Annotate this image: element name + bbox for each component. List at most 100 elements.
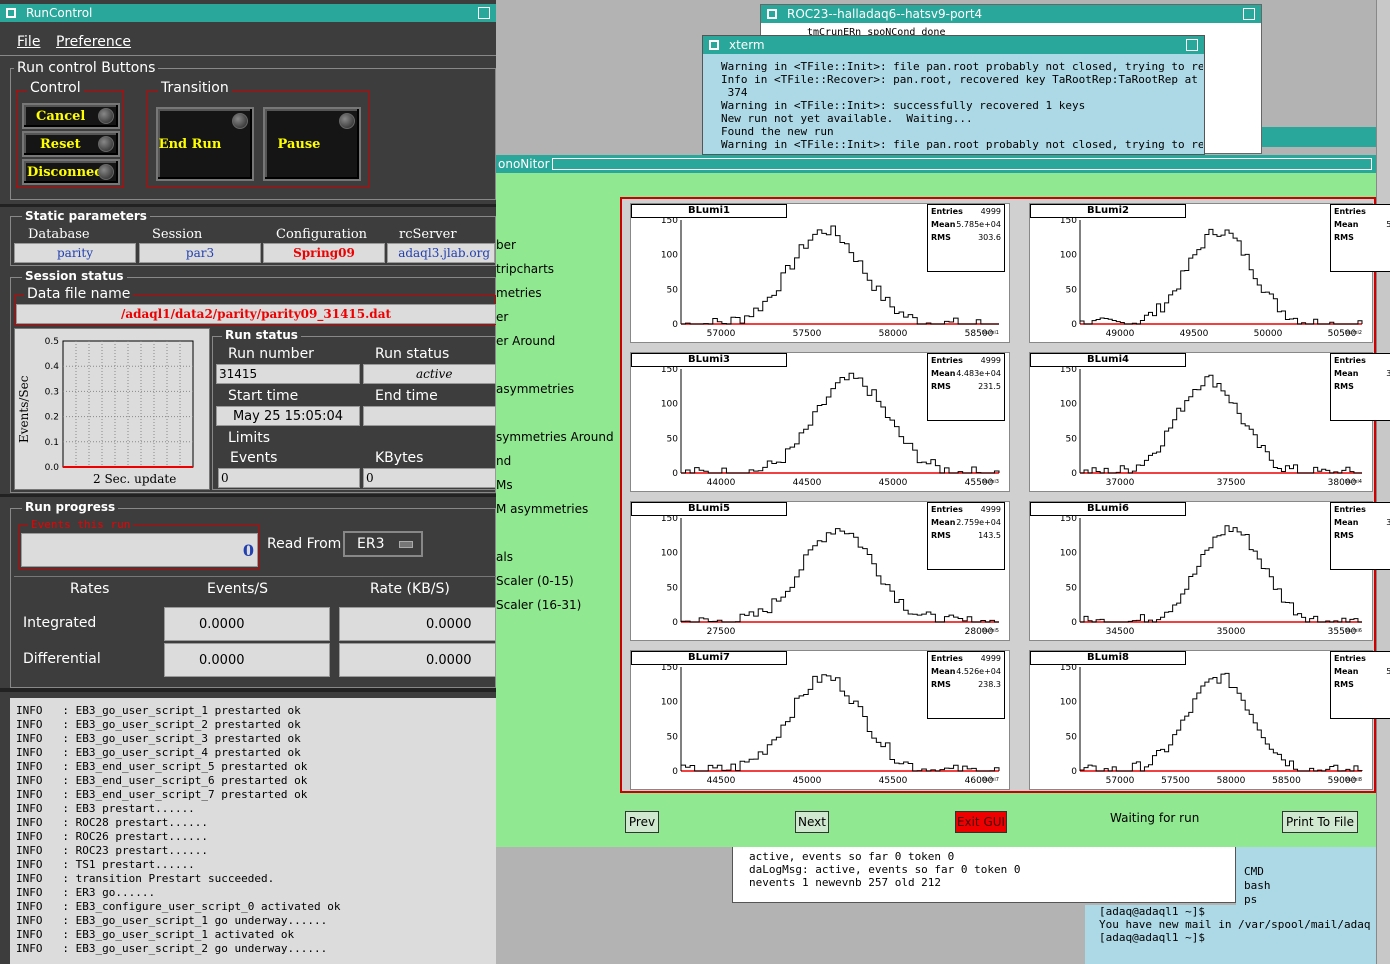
monitor-menu-item[interactable]: asymmetries — [496, 377, 620, 401]
monitor-menu-item[interactable]: M asymmetries — [496, 497, 620, 521]
readfrom-select[interactable]: ER3 — [343, 531, 423, 557]
print-to-file-button[interactable]: Print To File — [1282, 811, 1358, 833]
xterm-output[interactable]: Warning in <TFile::Init>: file pan.root … — [721, 60, 1203, 154]
histogram-blumi4[interactable]: 150 100 50 0 37000 37500 38000 blumi4 BLumi4 Entr… — [1029, 352, 1390, 492]
mean-row: Mean3.74 — [1334, 369, 1390, 378]
events-graph: 0.5 0.4 0.3 0.2 0.1 0.0 Events/Sec 2 Sec. upd… — [14, 328, 210, 490]
histogram-title: BLumi3 — [631, 353, 787, 367]
log-line: INFO : EB3_go_user_script_2 prestarted o… — [16, 718, 301, 731]
cancel-button[interactable]: Cancel — [22, 103, 120, 129]
histogram-blumi2[interactable]: 150 100 50 0 49000 49500 50000 50500 blumi2 BLumi… — [1029, 203, 1390, 343]
monitor-menu-item[interactable]: er Around — [496, 329, 620, 353]
xterm-line: Warning in <TFile::Init>: successfully r… — [721, 99, 1086, 112]
monitor-window[interactable]: onoNitor ber tripcharts metries er er Around… — [496, 155, 1390, 847]
histogram-blumi8[interactable]: 150 100 50 0 57000 57500 58000 58500 59000 blumi8… — [1029, 650, 1390, 790]
config-label: Configuration — [276, 227, 368, 242]
histogram-ytick: 100 — [661, 400, 678, 410]
pause-button[interactable]: Pause — [263, 107, 361, 181]
scrollbar-strip[interactable] — [1376, 0, 1390, 964]
monitor-menu[interactable]: ber tripcharts metries er er Around asymmetr… — [496, 233, 620, 617]
monitor-menu-item[interactable]: ber — [496, 233, 620, 257]
log-line: INFO : transition Prestart succeeded. — [16, 872, 275, 885]
preference-menu[interactable]: Preference — [56, 34, 131, 50]
histogram-ytick: 100 — [1060, 251, 1077, 261]
monitor-menu-item[interactable]: tripcharts — [496, 257, 620, 281]
maximize-icon[interactable] — [1243, 8, 1255, 20]
entries-row: Entries — [1334, 505, 1366, 514]
end-run-button[interactable]: End Run — [156, 107, 254, 181]
histogram-xtick: 57000 — [1106, 776, 1135, 786]
graph-ytick: 0.2 — [45, 413, 59, 423]
histogram-plot: 15010050049000 49500 50000 50500blumi2 — [1060, 216, 1363, 339]
log-line: INFO : EB3_go_user_script_2 go underway.… — [16, 942, 328, 955]
xterm-window[interactable]: xterm Warning in <TFile::Init>: file pan… — [702, 35, 1205, 155]
kbytes-limit-value[interactable]: 0 — [363, 468, 496, 488]
mean-row: Mean 5.785e+04 — [931, 220, 1001, 229]
histogram-title: BLumi1 — [631, 204, 787, 218]
right-terminal-lower[interactable]: [adaq@adaql1 ~]$ You have new mail in /va… — [1085, 905, 1376, 964]
histogram-ytick: 100 — [1060, 698, 1077, 708]
events-limit-value[interactable]: 0 — [218, 468, 360, 488]
integrated-label: Integrated — [23, 615, 97, 631]
stats-box: Entries Mean3.74 RMS — [1330, 353, 1390, 421]
window-icon — [767, 9, 777, 19]
histogram-title: BLumi4 — [1030, 353, 1186, 367]
prompt-output: [adaq@adaql1 ~]$ You have new mail in /va… — [1099, 905, 1375, 953]
histogram-xtick: 50000 — [1254, 329, 1283, 339]
monitor-menu-item[interactable]: symmetries Around — [496, 425, 620, 449]
entries-row: Entries — [1334, 356, 1366, 365]
next-button[interactable]: Next — [795, 811, 829, 833]
monitor-menu-item[interactable]: nd — [496, 449, 620, 473]
maximize-icon[interactable] — [478, 7, 490, 19]
stats-box: Entries Mean3.49 RMS — [1330, 502, 1390, 570]
histogram-title: BLumi8 — [1030, 651, 1186, 665]
graph-ytick: 0.3 — [45, 387, 59, 397]
prompt-line: You have new mail in /var/spool/mail/ada… — [1099, 918, 1371, 931]
histogram-blumi1[interactable]: 150 100 50 0 57000 57500 58000 58500 blumi1 BLumi… — [630, 203, 1010, 343]
histogram-blumi3[interactable]: 150 100 50 0 44000 44500 45000 45500 blumi3 BLumi… — [630, 352, 1010, 492]
histogram-blumi7[interactable]: 150 100 50 0 44500 45000 45500 46000 blumi7 BLumi… — [630, 650, 1010, 790]
file-menu[interactable]: File — [17, 34, 40, 50]
events-plot: 0.5 0.4 0.3 0.2 0.1 0.0 — [45, 337, 194, 473]
monitor-menu-item[interactable]: Ms — [496, 473, 620, 497]
right-terminal[interactable]: CMD bash ps — [1236, 845, 1376, 905]
histogram-ytick: 50 — [1066, 285, 1078, 295]
histogram-ytick: 100 — [1060, 549, 1077, 559]
histogram-title: BLumi2 — [1030, 204, 1186, 218]
histogram-title: BLumi6 — [1030, 502, 1186, 516]
monitor-menu-item[interactable]: Scaler (0-15) — [496, 569, 620, 593]
reset-button[interactable]: Reset — [22, 131, 120, 157]
runcontrol-titlebar[interactable]: RunControl — [0, 4, 496, 22]
message-log[interactable]: INFO : EB3_go_user_script_1 prestarted o… — [10, 698, 496, 964]
runcontrol-window[interactable]: RunControl File Preference Run control B… — [0, 0, 496, 964]
disconnect-button[interactable]: Disconnect — [22, 159, 120, 185]
monitor-titlebar[interactable]: onoNitor — [496, 155, 1376, 173]
endtime-label: End time — [375, 388, 438, 404]
monitor-title: onoNitor — [498, 157, 550, 171]
terminal-line: nevents 1 newevnb 257 old 212 — [749, 876, 942, 889]
monitor-menu-item[interactable] — [496, 401, 620, 425]
histogram-blumi6[interactable]: 150 100 50 0 34500 35000 35500 blumi6 BLumi6 Entr… — [1029, 501, 1390, 641]
monitor-menu-item[interactable] — [496, 353, 620, 377]
prev-button[interactable]: Prev — [625, 811, 659, 833]
monitor-menu-item[interactable]: metries — [496, 281, 620, 305]
xterm-titlebar[interactable]: xterm — [703, 36, 1204, 54]
entries-row: Entries 4999 — [931, 207, 1001, 216]
roc23-titlebar[interactable]: ROC23--halladaq6--hatsv9-port4 — [761, 5, 1261, 23]
xterm-line: Warning in <TFile::Init>: file pan.root … — [721, 60, 1203, 73]
monitor-menu-item[interactable]: er — [496, 305, 620, 329]
events-s-header: Events/S — [207, 581, 269, 597]
histogram-ytick: 100 — [1060, 400, 1077, 410]
right-terminal-output: CMD bash ps — [1244, 865, 1374, 905]
roc23-title: ROC23--halladaq6--hatsv9-port4 — [787, 7, 983, 21]
window-icon — [6, 8, 16, 18]
histogram-varname: blumi8 — [1345, 777, 1362, 783]
monitor-menu-item[interactable]: Scaler (16-31) — [496, 593, 620, 617]
exit-gui-button[interactable]: Exit GUI — [955, 811, 1007, 833]
histogram-blumi5[interactable]: 150 100 50 0 27500 28000 blumi5 BLumi5 Entries 49… — [630, 501, 1010, 641]
monitor-menu-item[interactable]: als — [496, 545, 620, 569]
runstatus-label: Run status — [375, 346, 450, 362]
monitor-menu-item[interactable] — [496, 521, 620, 545]
lower-terminal[interactable]: active, events so far 0 token 0 daLogMsg:… — [732, 845, 1236, 903]
maximize-icon[interactable] — [1186, 39, 1198, 51]
